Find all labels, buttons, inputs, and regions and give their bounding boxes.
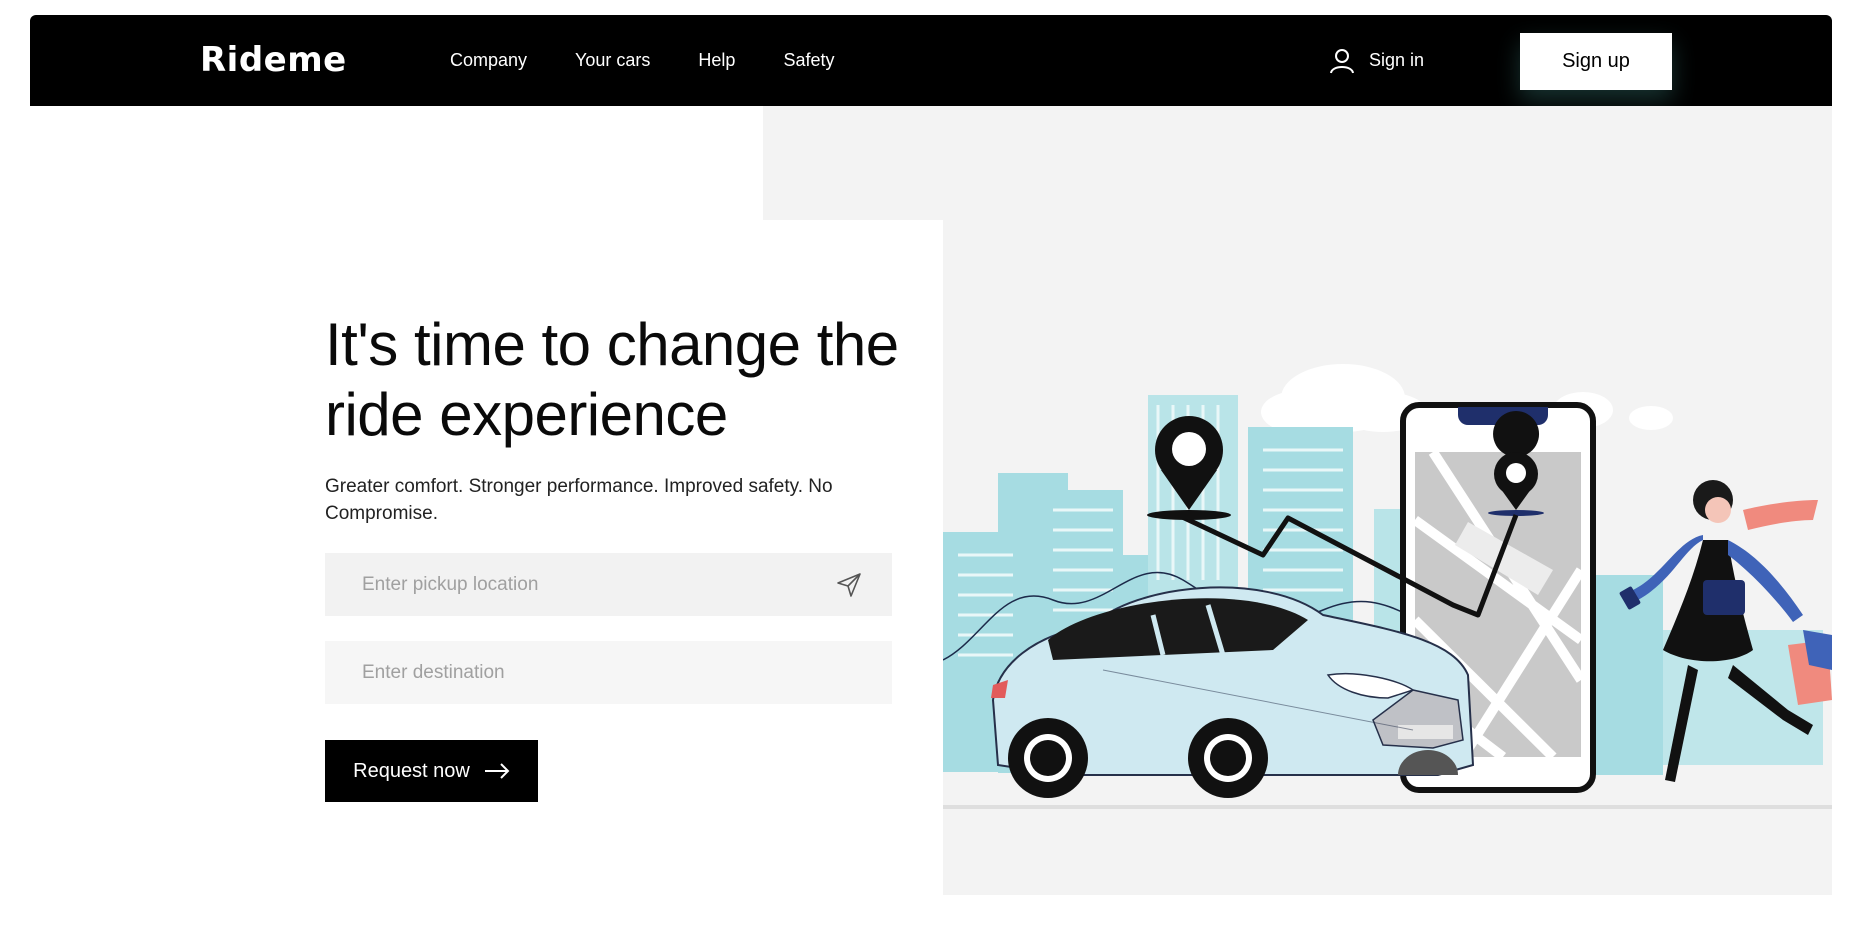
nav-link-your-cars[interactable]: Your cars xyxy=(575,50,650,71)
hero-backdrop-top xyxy=(763,106,1832,220)
request-now-button[interactable]: Request now xyxy=(325,740,538,802)
request-now-label: Request now xyxy=(353,759,470,782)
page-frame: Rideme Company Your cars Help Safety Sig… xyxy=(30,15,1832,895)
main-nav: Company Your cars Help Safety xyxy=(450,15,882,106)
arrow-right-icon xyxy=(484,763,510,779)
nav-link-help[interactable]: Help xyxy=(698,50,735,71)
hero-illustration-panel xyxy=(943,220,1832,895)
top-navigation: Rideme Company Your cars Help Safety Sig… xyxy=(30,15,1832,106)
brand-logo[interactable]: Rideme xyxy=(200,40,347,80)
hero-headline: It's time to change the ride experience xyxy=(325,311,899,448)
pickup-location-input[interactable] xyxy=(325,553,892,616)
send-location-icon[interactable] xyxy=(835,571,863,599)
nav-link-company[interactable]: Company xyxy=(450,50,527,71)
hero-subtitle: Greater comfort. Stronger performance. I… xyxy=(325,476,833,524)
sign-in-link[interactable]: Sign in xyxy=(1327,15,1424,106)
sign-up-button[interactable]: Sign up xyxy=(1520,33,1672,90)
nav-link-safety[interactable]: Safety xyxy=(783,50,834,71)
sign-in-label: Sign in xyxy=(1369,50,1425,70)
user-icon xyxy=(1330,48,1354,73)
ride-illustration xyxy=(943,364,1832,809)
destination-input[interactable] xyxy=(325,641,892,704)
